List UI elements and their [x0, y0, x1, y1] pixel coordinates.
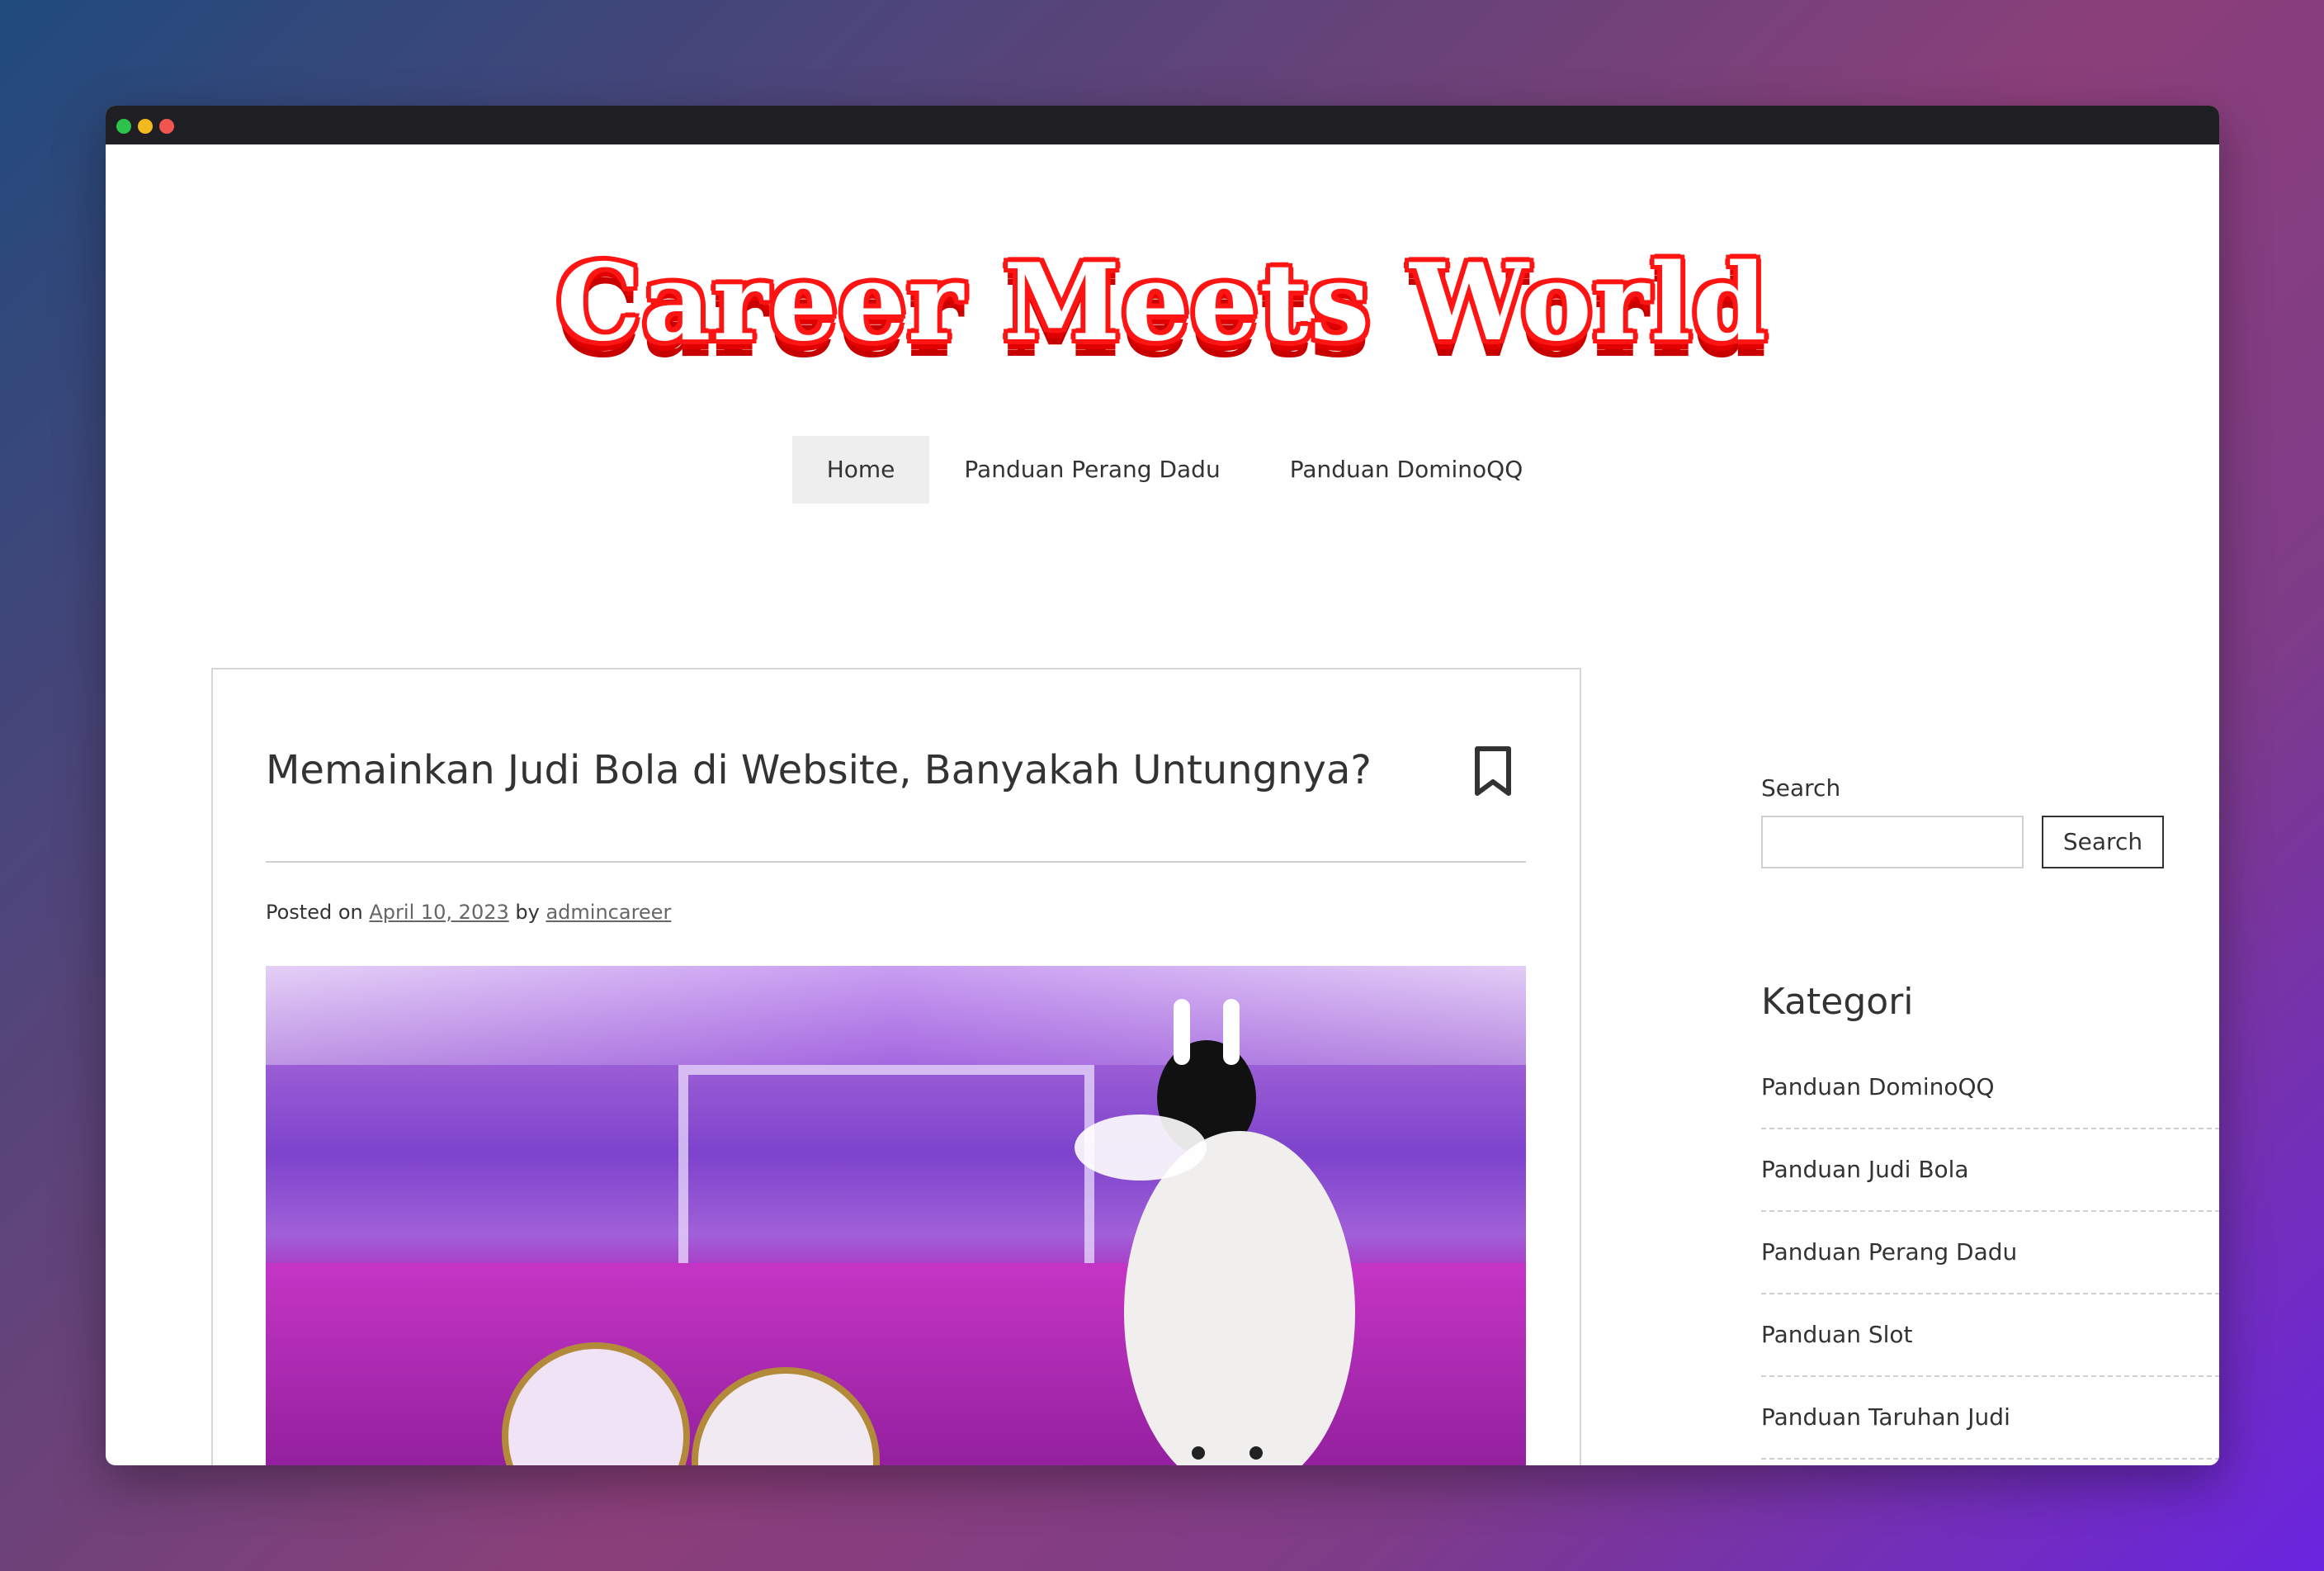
- nav-item-panduan-dominoqq[interactable]: Panduan DominoQQ: [1255, 436, 1558, 504]
- close-button[interactable]: [159, 119, 174, 134]
- search-input[interactable]: [1761, 816, 2024, 868]
- main-nav: Home Panduan Perang Dadu Panduan DominoQ…: [106, 436, 2219, 504]
- category-item-panduan-dominoqq[interactable]: Panduan DominoQQ: [1761, 1047, 2219, 1129]
- browser-window: Career Meets World Home Panduan Perang D…: [106, 106, 2219, 1465]
- posted-on-label: Posted on: [266, 901, 363, 924]
- kategori-heading: Kategori: [1761, 981, 1914, 1023]
- category-item-panduan-taruhan-judi[interactable]: Panduan Taruhan Judi: [1761, 1377, 2219, 1460]
- bookmark-icon[interactable]: [1472, 745, 1514, 798]
- by-label: by: [515, 901, 540, 924]
- window-titlebar: [106, 106, 2219, 144]
- category-list: Panduan DominoQQ Panduan Judi Bola Pandu…: [1761, 1047, 2219, 1460]
- title-divider: [266, 861, 1526, 863]
- nav-item-panduan-perang-dadu[interactable]: Panduan Perang Dadu: [929, 436, 1254, 504]
- minimize-button[interactable]: [138, 119, 153, 134]
- category-item-panduan-slot[interactable]: Panduan Slot: [1761, 1294, 2219, 1377]
- post-card: Memainkan Judi Bola di Website, Banyakah…: [211, 668, 1581, 1465]
- post-meta: Posted on April 10, 2023 by admincareer: [266, 901, 671, 924]
- category-item-panduan-perang-dadu[interactable]: Panduan Perang Dadu: [1761, 1212, 2219, 1294]
- maximize-button[interactable]: [116, 119, 131, 134]
- site-logo[interactable]: Career Meets World: [106, 250, 2219, 356]
- post-featured-image: [266, 966, 1526, 1465]
- post-date-link[interactable]: April 10, 2023: [369, 901, 508, 924]
- search-button[interactable]: Search: [2042, 816, 2164, 868]
- search-label: Search: [1761, 774, 1841, 802]
- post-author-link[interactable]: admincareer: [546, 901, 671, 924]
- soccer-scene-illustration: [502, 999, 1355, 1465]
- nav-item-home[interactable]: Home: [791, 436, 930, 504]
- post-title[interactable]: Memainkan Judi Bola di Website, Banyakah…: [266, 747, 1421, 793]
- category-item-panduan-judi-bola[interactable]: Panduan Judi Bola: [1761, 1129, 2219, 1212]
